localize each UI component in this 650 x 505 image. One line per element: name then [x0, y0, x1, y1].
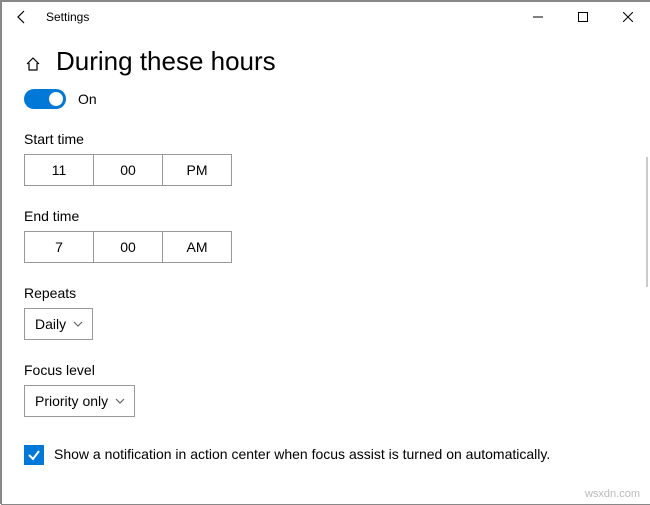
end-ampm[interactable]: AM — [162, 231, 232, 263]
end-time-label: End time — [24, 208, 628, 224]
page-title: During these hours — [56, 46, 276, 77]
maximize-button[interactable] — [560, 2, 605, 32]
scrollbar[interactable] — [646, 157, 648, 287]
titlebar: Settings — [2, 2, 650, 32]
focus-level-dropdown[interactable]: Priority only — [24, 385, 135, 417]
home-icon[interactable] — [24, 55, 42, 73]
window-title: Settings — [46, 10, 89, 24]
repeats-value: Daily — [35, 316, 66, 332]
chevron-down-icon — [72, 318, 84, 330]
back-button[interactable] — [10, 5, 34, 29]
start-minute[interactable]: 00 — [93, 154, 163, 186]
start-hour[interactable]: 11 — [24, 154, 94, 186]
toggle-label: On — [78, 91, 97, 107]
focus-level-value: Priority only — [35, 393, 108, 409]
end-minute[interactable]: 00 — [93, 231, 163, 263]
start-time-label: Start time — [24, 131, 628, 147]
start-ampm[interactable]: PM — [162, 154, 232, 186]
content-area: During these hours On Start time 11 00 P… — [2, 32, 650, 504]
close-button[interactable] — [605, 2, 650, 32]
toggle-knob — [49, 92, 63, 106]
end-hour[interactable]: 7 — [24, 231, 94, 263]
start-time-picker[interactable]: 11 00 PM — [24, 154, 628, 186]
on-off-toggle[interactable] — [24, 89, 66, 109]
watermark: wsxdn.com — [585, 488, 640, 500]
end-time-picker[interactable]: 7 00 AM — [24, 231, 628, 263]
minimize-button[interactable] — [515, 2, 560, 32]
repeats-label: Repeats — [24, 285, 628, 301]
focus-level-label: Focus level — [24, 362, 628, 378]
chevron-down-icon — [114, 395, 126, 407]
notify-checkbox[interactable] — [24, 445, 44, 465]
repeats-dropdown[interactable]: Daily — [24, 308, 93, 340]
notify-checkbox-label: Show a notification in action center whe… — [54, 445, 550, 464]
